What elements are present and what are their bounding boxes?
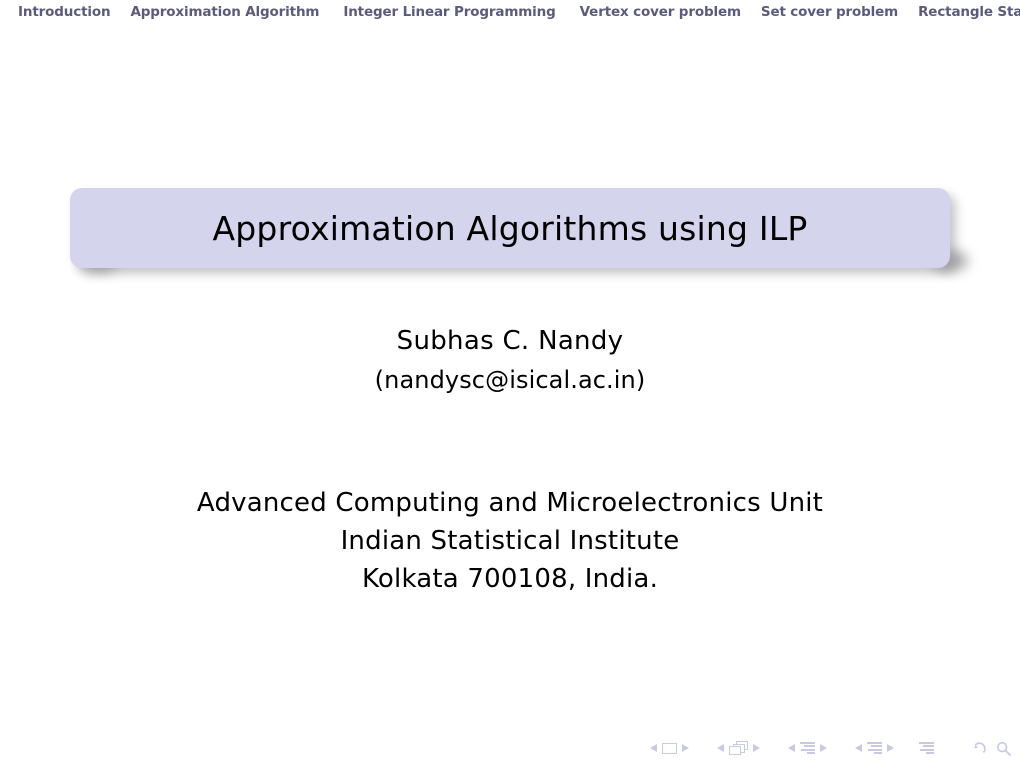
title-box: Approximation Algorithms using ILP (70, 188, 950, 268)
nav-item-vertex-cover-problem[interactable]: Vertex cover problem (580, 5, 741, 20)
frame-navigation-group (712, 741, 765, 755)
nav-item-rectangle-stabbing[interactable]: Rectangle Sta (918, 5, 1020, 20)
nav-item-introduction[interactable]: Introduction (18, 5, 111, 20)
back-arrow-icon[interactable] (970, 740, 987, 757)
author-email: (nandysc@isical.ac.in) (374, 366, 646, 394)
history-navigation-group (966, 740, 1020, 757)
nav-item-set-cover-problem[interactable]: Set cover problem (761, 5, 898, 20)
institute-line-unit: Advanced Computing and Microelectronics … (196, 488, 824, 518)
nav-item-integer-linear-programming[interactable]: Integer Linear Programming (343, 5, 555, 20)
institute-block: Advanced Computing and Microelectronics … (0, 484, 1020, 598)
subsection-navigation-group (783, 742, 832, 754)
institute-line-organization: Indian Statistical Institute (340, 526, 680, 556)
title-box-container: Approximation Algorithms using ILP (70, 188, 968, 274)
presentation-icon[interactable] (919, 742, 934, 754)
next-frame-arrow[interactable] (753, 744, 760, 752)
slide-navigation-group (645, 742, 694, 754)
slide-icon[interactable] (662, 742, 677, 754)
next-section-arrow[interactable] (887, 744, 894, 752)
section-icon[interactable] (867, 742, 882, 754)
presentation-navigation-group (913, 742, 934, 754)
beamer-navigation-symbols (645, 736, 1015, 760)
prev-subsection-arrow[interactable] (788, 744, 795, 752)
section-navigation-group (850, 742, 899, 754)
next-subsection-arrow[interactable] (820, 744, 827, 752)
page-title: Approximation Algorithms using ILP (212, 208, 808, 248)
next-slide-arrow[interactable] (682, 744, 689, 752)
nav-item-approximation-algorithm[interactable]: Approximation Algorithm (130, 5, 319, 20)
prev-section-arrow[interactable] (855, 744, 862, 752)
author-block: Subhas C. Nandy (nandysc@isical.ac.in) (0, 322, 1020, 400)
frames-icon[interactable] (729, 741, 748, 755)
author-name: Subhas C. Nandy (396, 326, 624, 356)
search-icon[interactable] (995, 740, 1012, 757)
subsection-icon[interactable] (800, 742, 815, 754)
prev-slide-arrow[interactable] (650, 744, 657, 752)
institute-line-location: Kolkata 700108, India. (361, 564, 659, 594)
navigation-bar: Introduction Approximation Algorithm Int… (0, 0, 1020, 25)
prev-frame-arrow[interactable] (717, 744, 724, 752)
